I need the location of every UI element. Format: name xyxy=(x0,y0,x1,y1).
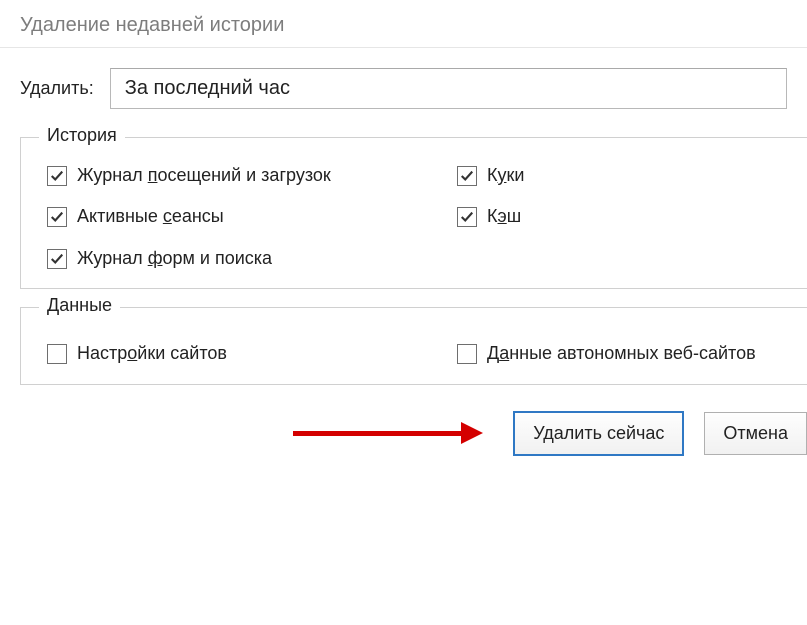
checkbox-box xyxy=(457,344,477,364)
checkbox-label: Журнал посещений и загрузок xyxy=(77,164,331,187)
group-history: История Журнал посещений и загрузок Куки… xyxy=(20,137,807,289)
checkbox-label: Куки xyxy=(487,164,524,187)
annotation-arrow xyxy=(293,423,483,443)
time-range-label: Удалить: xyxy=(20,78,94,99)
group-history-title: История xyxy=(39,125,125,146)
checkbox-label: Активные сеансы xyxy=(77,205,224,228)
checkbox-box xyxy=(47,207,67,227)
checkbox-box xyxy=(47,166,67,186)
checkbox-cache[interactable]: Кэш xyxy=(457,205,791,228)
checkbox-offline-data[interactable]: Данные автономных веб-сайтов xyxy=(457,342,791,365)
group-data-title: Данные xyxy=(39,295,120,316)
group-data: Данные Настройки сайтов Данные автономны… xyxy=(20,307,807,384)
checkbox-cookies[interactable]: Куки xyxy=(457,164,791,187)
checkbox-box xyxy=(47,344,67,364)
checkbox-box xyxy=(457,166,477,186)
checkbox-label: Кэш xyxy=(487,205,521,228)
checkbox-label: Настройки сайтов xyxy=(77,342,227,365)
time-range-row: Удалить: За последний час xyxy=(20,68,787,109)
checkbox-label: Журнал форм и поиска xyxy=(77,247,272,270)
checkbox-active-logins[interactable]: Активные сеансы xyxy=(47,205,447,228)
window-title: Удаление недавней истории xyxy=(0,0,807,48)
time-range-select[interactable]: За последний час xyxy=(110,68,787,109)
checkbox-browsing-download-history[interactable]: Журнал посещений и загрузок xyxy=(47,164,447,187)
checkbox-box xyxy=(457,207,477,227)
cancel-button[interactable]: Отмена xyxy=(704,412,807,455)
checkbox-label: Данные автономных веб-сайтов xyxy=(487,342,756,365)
checkbox-site-prefs[interactable]: Настройки сайтов xyxy=(47,342,447,365)
delete-now-button[interactable]: Удалить сейчас xyxy=(513,411,684,456)
checkbox-box xyxy=(47,249,67,269)
checkbox-form-search-history[interactable]: Журнал форм и поиска xyxy=(47,247,447,270)
